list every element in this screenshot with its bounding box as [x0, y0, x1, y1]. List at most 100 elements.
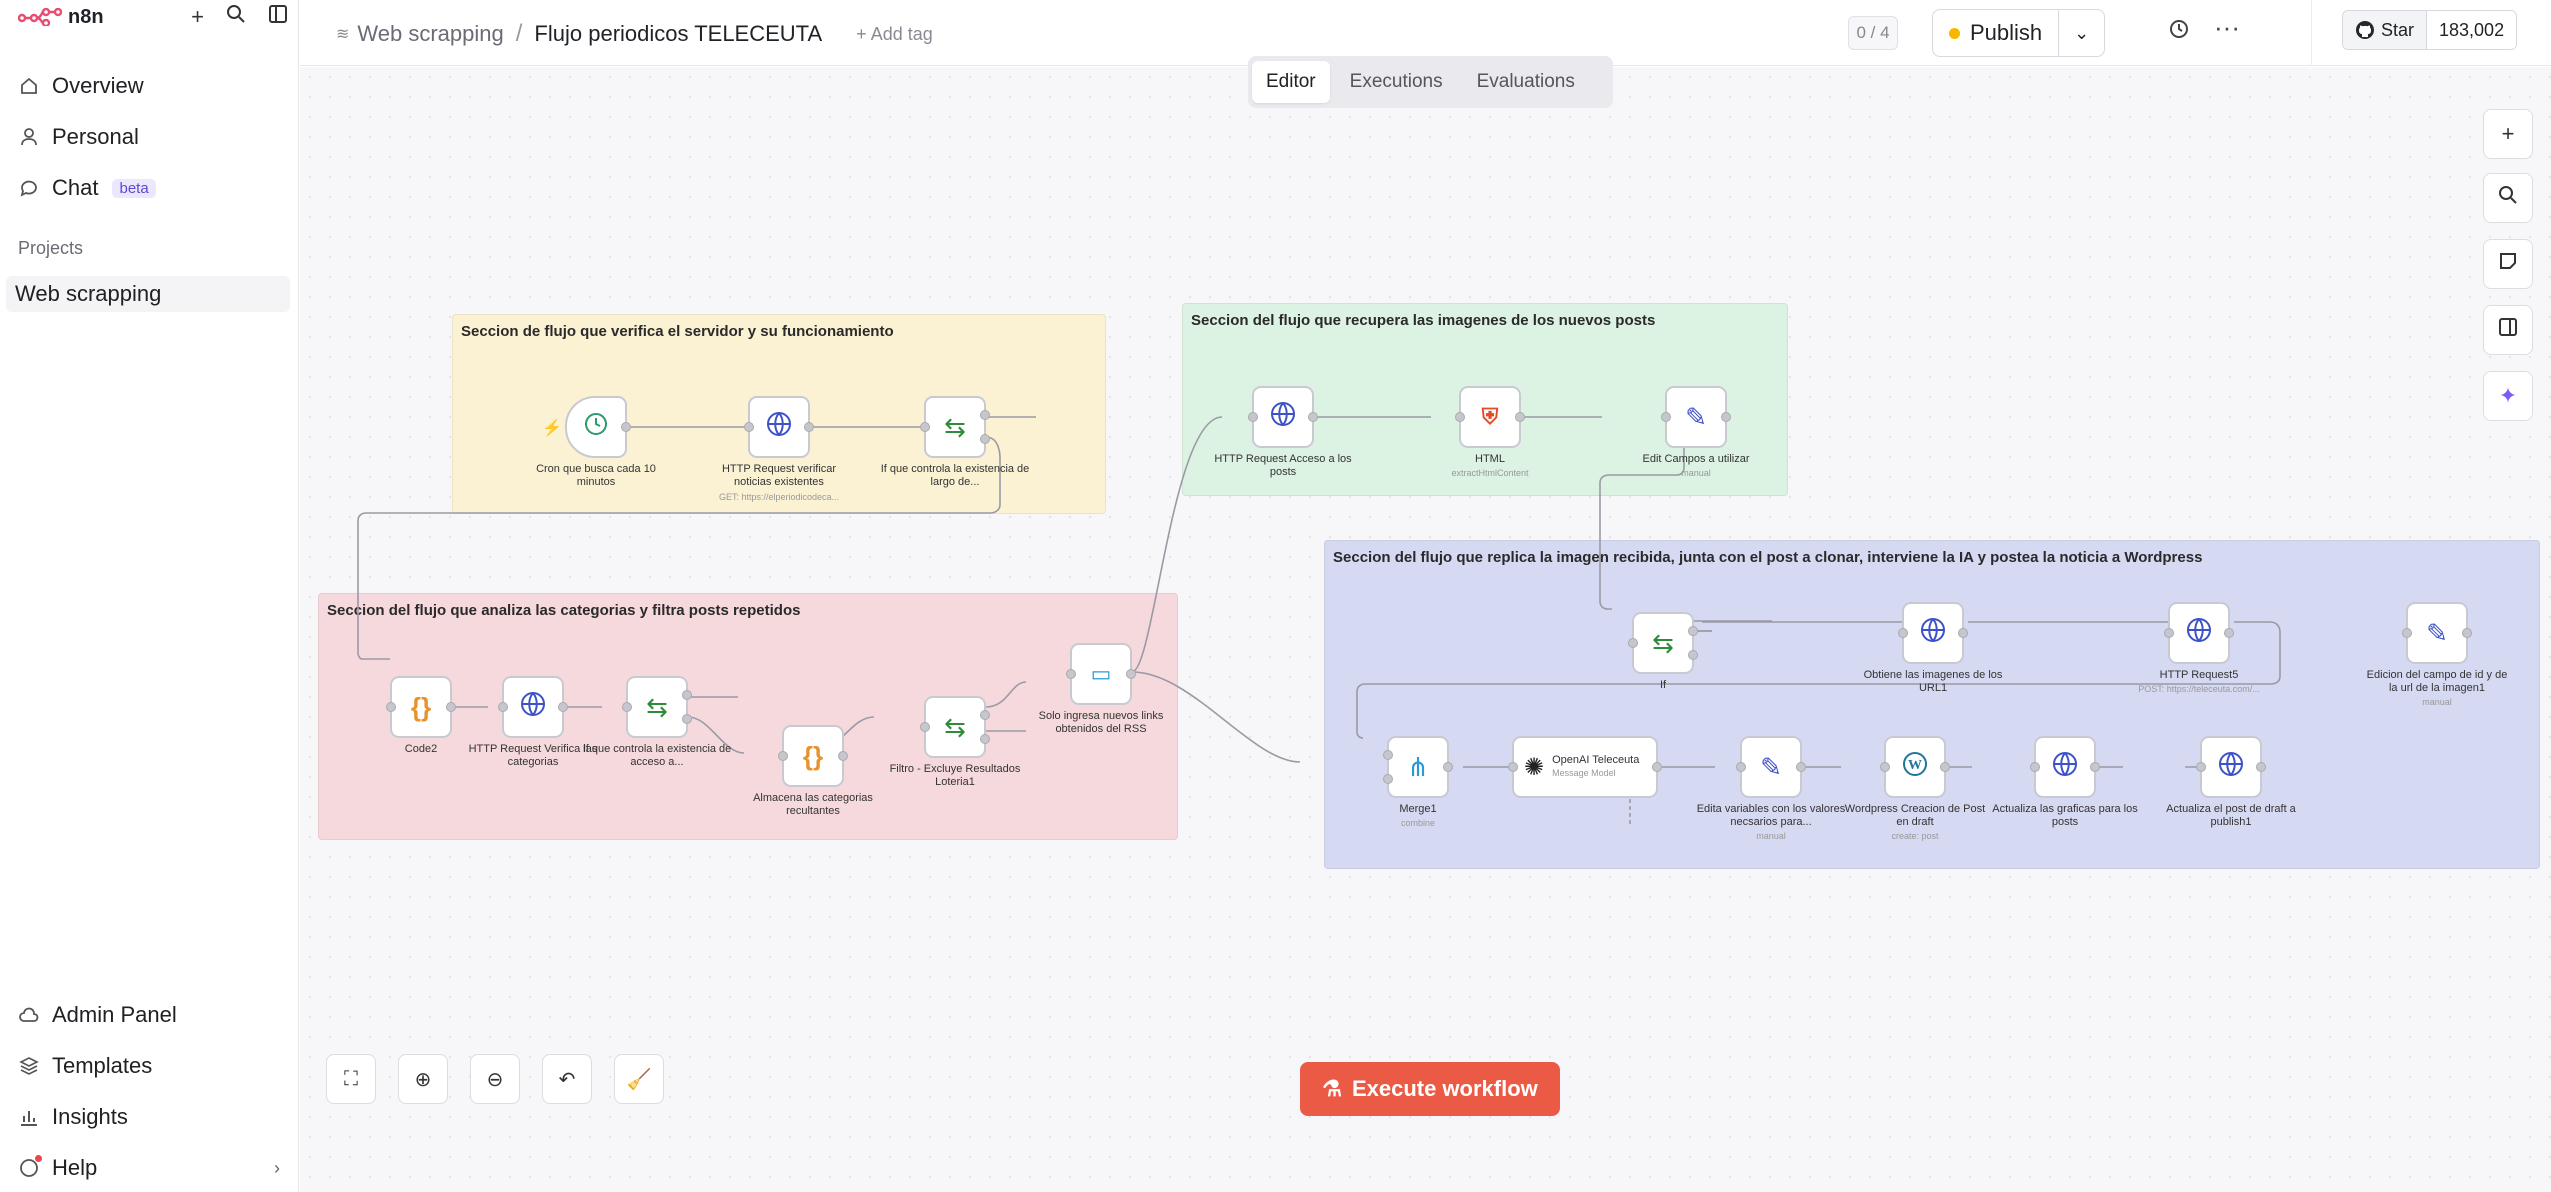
search-icon[interactable]	[226, 4, 246, 30]
node-if[interactable]: ⇆	[1628, 612, 1698, 674]
fit-view-button[interactable]: ⛶	[326, 1054, 376, 1104]
ai-assistant-button[interactable]: ✦	[2483, 371, 2533, 421]
node-actualiza-graficas[interactable]	[2030, 736, 2100, 798]
node-label: OpenAI Teleceuta	[1552, 754, 1640, 766]
add-node-button[interactable]: +	[2483, 109, 2533, 159]
node-actualiza-publish[interactable]	[2196, 736, 2266, 798]
node-edit-campos[interactable]: ✎	[1661, 386, 1731, 448]
globe-icon	[519, 690, 547, 725]
sidebar-item-label: Chat	[52, 175, 99, 200]
node-openai[interactable]: ✺ OpenAI Teleceuta Message Model	[1508, 736, 1662, 798]
node-almacena[interactable]: {}	[778, 725, 848, 787]
sidebar-item-overview[interactable]: Overview	[18, 68, 144, 104]
sidebar: n8n + Overview Personal Chat beta Projec…	[0, 0, 299, 1192]
node-obtiene-imagenes[interactable]	[1898, 602, 1968, 664]
node-wordpress[interactable]: W	[1880, 736, 1950, 798]
node-cron[interactable]	[565, 396, 631, 458]
sidebar-item-insights[interactable]: Insights	[18, 1099, 128, 1135]
node-merge1[interactable]: ⋔	[1383, 736, 1453, 798]
sidebar-item-project[interactable]: Web scrapping	[6, 276, 290, 312]
beta-badge: beta	[112, 178, 156, 198]
node-http-acceso[interactable]	[1248, 386, 1318, 448]
undo-button[interactable]: ↶	[542, 1054, 592, 1104]
toggle-panel-button[interactable]	[2483, 305, 2533, 355]
n8n-logo[interactable]: n8n	[18, 6, 104, 29]
chat-icon	[18, 177, 40, 199]
view-tabs: Editor Executions Evaluations	[1248, 56, 1613, 108]
more-options-icon[interactable]: ···	[2214, 12, 2240, 43]
signpost-icon: ⇆	[646, 691, 668, 722]
sticky-title: Seccion de flujo que verifica el servido…	[461, 323, 894, 340]
plus-icon[interactable]: +	[191, 4, 204, 30]
broom-icon: 🧹	[626, 1068, 652, 1091]
zoom-out-button[interactable]: ⊖	[470, 1054, 520, 1104]
node-subtitle: create: post	[1891, 831, 1939, 841]
node-http-request5[interactable]	[2164, 602, 2234, 664]
node-label: HTTP Request Acceso a los posts	[1214, 453, 1352, 478]
node-subtitle: Message Model	[1552, 768, 1616, 778]
node-if-largo[interactable]: ⇆	[920, 396, 990, 458]
sidebar-item-label: Help	[52, 1155, 98, 1180]
node-label: If	[1659, 679, 1667, 691]
search-nodes-button[interactable]	[2483, 173, 2533, 223]
sidebar-item-personal[interactable]: Personal	[18, 119, 139, 155]
pencil-icon: ✎	[1760, 751, 1782, 782]
sidebar-item-help[interactable]: Help ›	[18, 1150, 280, 1186]
tidy-up-button[interactable]: 🧹	[614, 1054, 664, 1104]
node-label: Solo ingresa nuevos links obtenidos del …	[1038, 710, 1164, 735]
active-counter: 0 / 4	[1848, 16, 1898, 50]
sidebar-item-label: Insights	[52, 1104, 128, 1129]
node-subtitle: manual	[1681, 468, 1711, 478]
node-edita-variables[interactable]: ✎	[1736, 736, 1806, 798]
zoom-in-button[interactable]: ⊕	[398, 1054, 448, 1104]
sticky-note-button[interactable]	[2483, 239, 2533, 289]
node-edicion-campo[interactable]: ✎	[2402, 602, 2472, 664]
collapse-sidebar-icon[interactable]	[268, 4, 288, 30]
history-icon[interactable]	[2168, 18, 2190, 46]
star-count: 183,002	[2427, 11, 2517, 49]
globe-icon	[1269, 400, 1297, 435]
execute-workflow-button[interactable]: ⚗ Execute workflow	[1300, 1062, 1560, 1116]
node-http-categorias[interactable]	[498, 676, 568, 738]
node-html[interactable]: ⛨	[1455, 386, 1525, 448]
zoom-in-icon: ⊕	[414, 1068, 432, 1091]
sticky-title: Seccion del flujo que analiza las catego…	[327, 602, 801, 619]
node-label: Obtiene las imagenes de los URL1	[1863, 669, 2003, 694]
node-label: Cron que busca cada 10 minutos	[536, 463, 656, 488]
sidebar-item-chat[interactable]: Chat beta	[18, 170, 156, 206]
node-label: Wordpress Creacion de Post en draft	[1844, 803, 1986, 828]
remove-duplicates-icon: ▭	[1090, 661, 1112, 686]
breadcrumb-project[interactable]: Web scrapping	[357, 21, 503, 47]
sidebar-top: n8n +	[18, 0, 288, 34]
node-subtitle: extractHtmlContent	[1451, 468, 1529, 478]
github-star-widget[interactable]: Star 183,002	[2342, 10, 2518, 50]
svg-text:W: W	[1908, 758, 1922, 773]
tab-evaluations[interactable]: Evaluations	[1463, 61, 1589, 103]
logo-icon	[18, 8, 62, 26]
node-if-acceso[interactable]: ⇆	[622, 676, 692, 738]
workflow-name[interactable]: Flujo periodicos TELECEUTA	[534, 21, 822, 47]
node-code2[interactable]: {}	[386, 676, 456, 738]
node-filtro[interactable]: ⇆	[920, 696, 990, 758]
sticky-title: Seccion del flujo que recupera las image…	[1191, 312, 1656, 329]
tab-editor[interactable]: Editor	[1252, 61, 1330, 103]
node-label: If que controla la existencia de largo d…	[880, 463, 1030, 488]
sidebar-item-templates[interactable]: Templates	[18, 1048, 152, 1084]
tab-executions[interactable]: Executions	[1336, 61, 1457, 103]
publish-button[interactable]: Publish	[1933, 10, 2058, 56]
node-http-verificar[interactable]	[744, 396, 814, 458]
status-dot	[1949, 27, 1960, 39]
undo-icon: ↶	[558, 1068, 576, 1091]
workflow-canvas[interactable]: Editor Executions Evaluations Seccion de…	[300, 56, 2551, 1192]
node-subtitle: GET: https://elperiodicodeca...	[718, 492, 840, 502]
node-label: Filtro - Excluye Resultados Loteria1	[889, 763, 1021, 788]
sidebar-item-admin-panel[interactable]: Admin Panel	[18, 997, 177, 1033]
node-solo-nuevos[interactable]: ▭	[1066, 643, 1136, 705]
node-label: Almacena las categorias recultantes	[753, 792, 873, 817]
star-label: Star	[2381, 19, 2415, 40]
chevron-right-icon: ›	[274, 1157, 280, 1178]
add-tag-button[interactable]: + Add tag	[856, 24, 933, 45]
chevron-down-icon[interactable]: ⌄	[2058, 10, 2104, 56]
cloud-icon	[18, 1004, 40, 1026]
sparkle-icon: ✦	[2498, 383, 2518, 408]
